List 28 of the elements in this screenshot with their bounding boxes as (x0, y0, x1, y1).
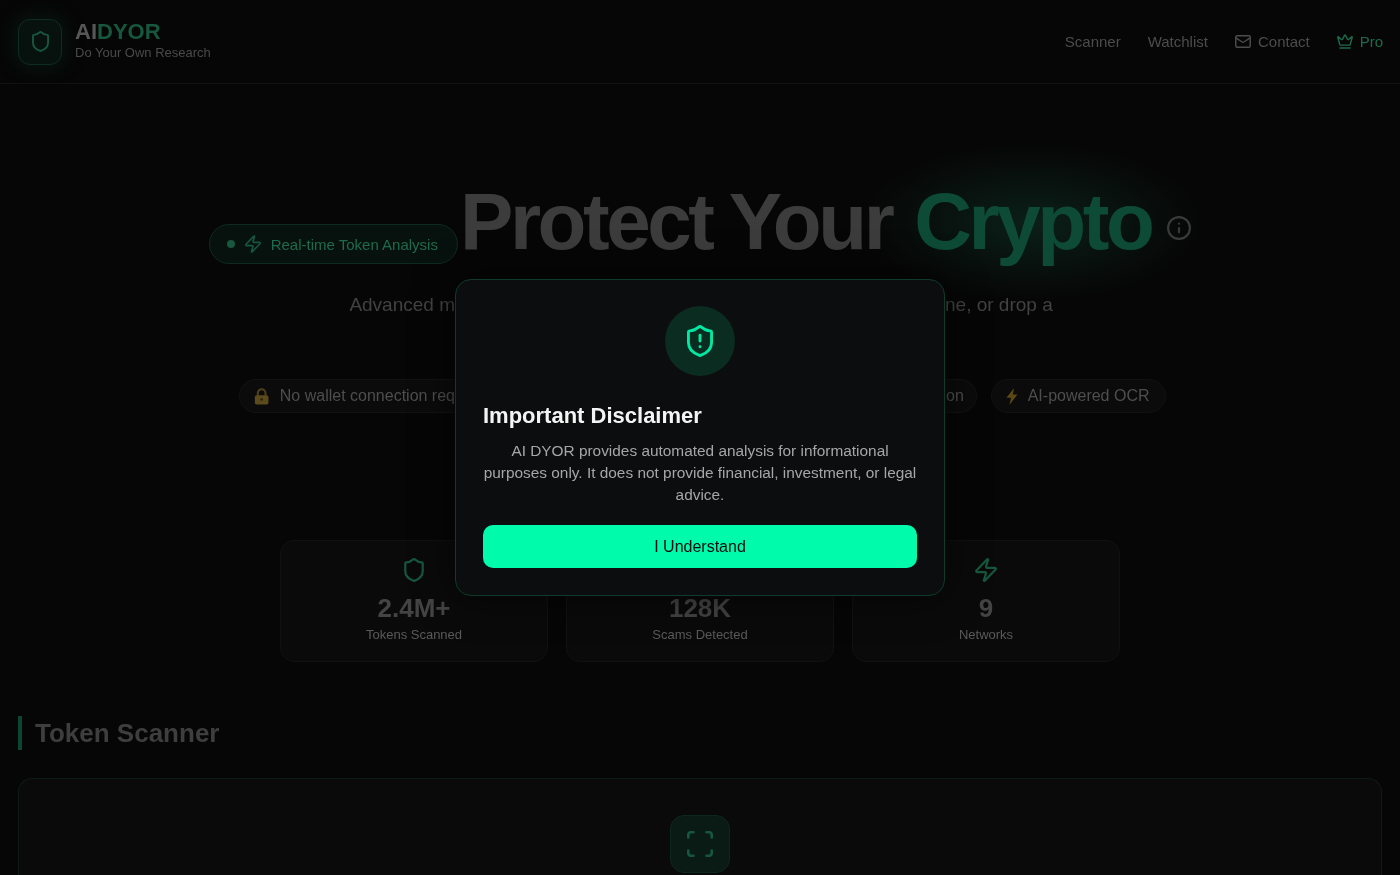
section-title: Token Scanner (18, 716, 220, 750)
nav-link[interactable]: Scanner (1064, 31, 1121, 52)
badge-text: Real-time Token Analysis (270, 235, 438, 253)
brand-name: AIDYOR (75, 18, 162, 45)
status-dot-icon (226, 240, 235, 248)
nav-link[interactable]: Contact (1234, 31, 1310, 52)
crown-icon (1336, 34, 1353, 49)
understand-button[interactable]: I Understand (483, 525, 917, 568)
stat-label: Scams Detected (652, 627, 748, 643)
lightning-bolt-icon (244, 235, 261, 253)
brand-tagline: Do Your Own Research (75, 44, 211, 61)
padlock-icon (254, 387, 270, 405)
dialog-title: Important Disclaimer (483, 402, 702, 430)
feature-text: No wallet connection req (279, 387, 455, 405)
stat-label: Networks (958, 627, 1014, 643)
stat-value: 2.4M+ (377, 596, 451, 620)
nav-link[interactable]: Pro (1336, 31, 1383, 52)
lightning-bolt-icon (975, 558, 997, 582)
feature-text: AI-powered OCR (1027, 387, 1150, 405)
info-icon[interactable] (1167, 216, 1192, 240)
dialog-message: AI DYOR provides automated analysis for informational purposes only. It does not provide financial, investment, or legal advice. (482, 441, 918, 505)
stat-value: 9 (978, 596, 994, 620)
lightning-bolt-icon (1005, 387, 1018, 405)
nav-link[interactable]: Watchlist (1147, 31, 1208, 52)
shield-logo-icon (18, 18, 62, 65)
shield-icon (403, 558, 425, 582)
mail-icon (1234, 35, 1251, 48)
stat-label: Tokens Scanned (365, 627, 463, 643)
